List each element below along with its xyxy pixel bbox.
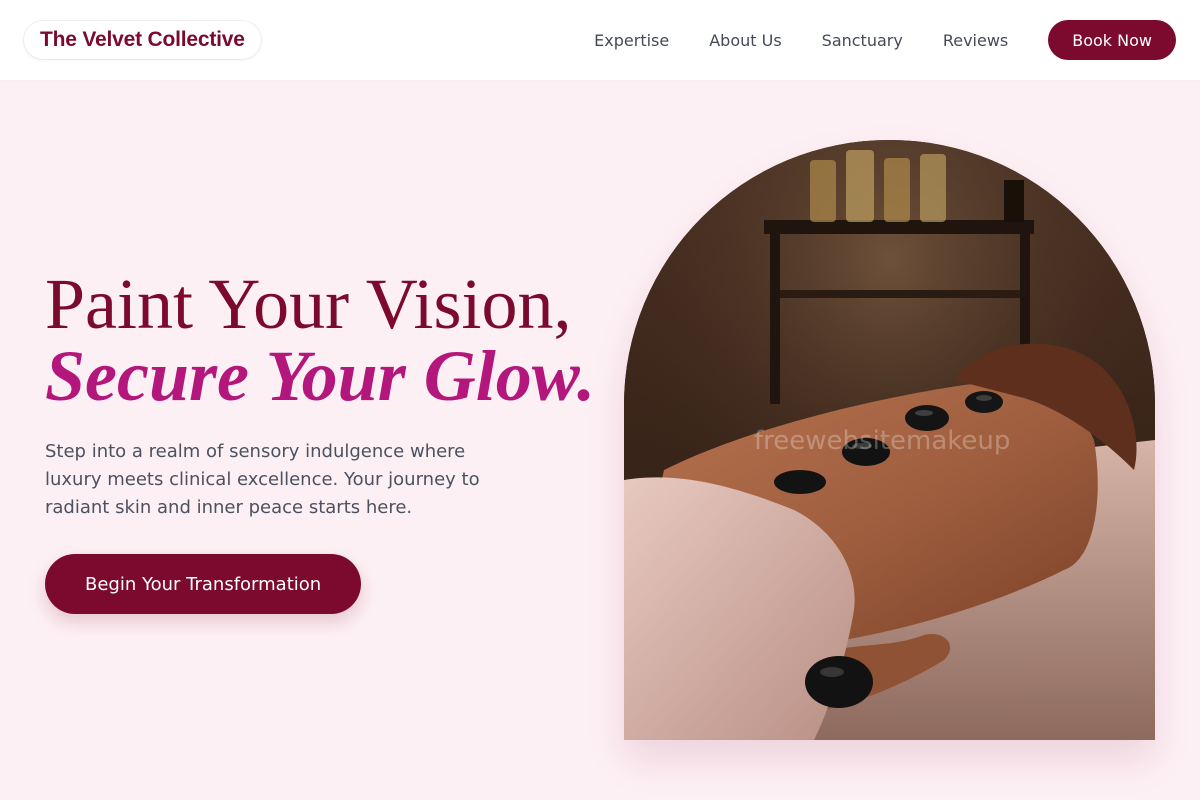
main-nav: Expertise About Us Sanctuary Reviews Boo… bbox=[594, 20, 1176, 60]
hero-image: freewebsitemakeup bbox=[624, 140, 1155, 740]
nav-link-about-us[interactable]: About Us bbox=[709, 31, 781, 50]
begin-transformation-button[interactable]: Begin Your Transformation bbox=[45, 554, 362, 614]
image-watermark: freewebsitemakeup bbox=[754, 426, 1011, 456]
nav-link-reviews[interactable]: Reviews bbox=[943, 31, 1008, 50]
headline-line-1: Paint Your Vision, bbox=[45, 264, 572, 344]
hero-content: Paint Your Vision, Secure Your Glow. Ste… bbox=[45, 268, 605, 614]
hero-headline: Paint Your Vision, Secure Your Glow. bbox=[45, 268, 605, 412]
nav-link-sanctuary[interactable]: Sanctuary bbox=[822, 31, 903, 50]
headline-line-2: Secure Your Glow. bbox=[45, 336, 596, 416]
brand-logo[interactable]: The Velvet Collective bbox=[24, 21, 261, 59]
hero-description: Step into a realm of sensory indulgence … bbox=[45, 441, 480, 518]
book-now-button[interactable]: Book Now bbox=[1048, 20, 1176, 60]
site-header: The Velvet Collective Expertise About Us… bbox=[0, 0, 1200, 80]
nav-link-expertise[interactable]: Expertise bbox=[594, 31, 669, 50]
